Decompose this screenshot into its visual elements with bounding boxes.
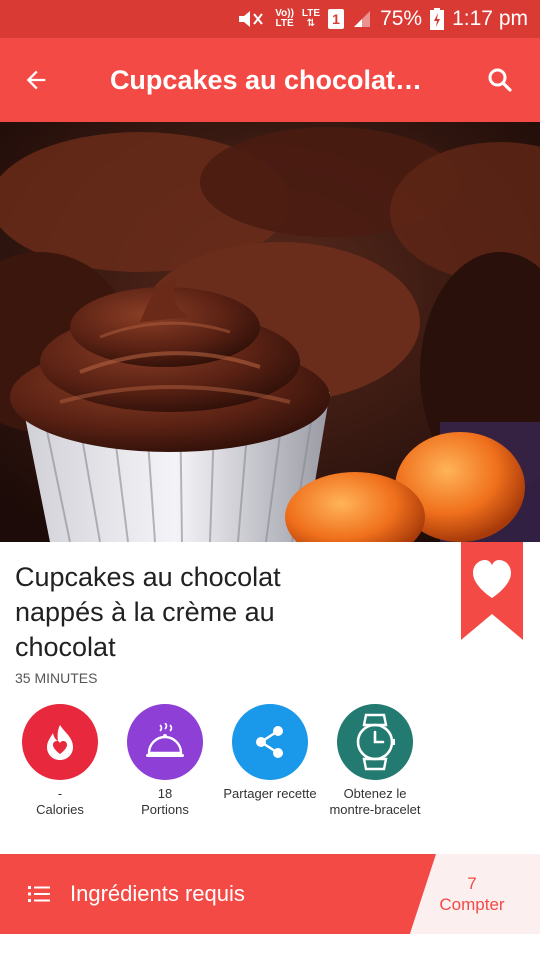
recipe-hero-image bbox=[0, 122, 540, 542]
portions-circle[interactable] bbox=[127, 704, 203, 780]
mute-icon bbox=[237, 9, 267, 29]
lte-indicator: LTE ⇅ bbox=[302, 9, 320, 29]
share-circle[interactable] bbox=[232, 704, 308, 780]
search-button[interactable] bbox=[460, 38, 540, 122]
recipe-title: Cupcakes au chocolat nappés à la crème a… bbox=[15, 562, 281, 662]
volte-indicator: Vo)) LTE bbox=[275, 9, 294, 29]
ingredients-bar[interactable]: Ingrédients requis 7 Compter bbox=[0, 854, 540, 934]
clock: 1:17 pm bbox=[452, 7, 528, 30]
flame-heart-icon bbox=[47, 725, 73, 760]
share-recipe-action[interactable]: Partager recette bbox=[215, 704, 325, 802]
sim-badge-text: 1 bbox=[328, 9, 345, 29]
favorite-bookmark-button[interactable] bbox=[461, 542, 523, 640]
ingredients-label: Ingrédients requis bbox=[70, 881, 245, 906]
recipe-time: 35 MINUTES bbox=[15, 670, 98, 686]
list-icon bbox=[28, 886, 50, 902]
app-bar: Cupcakes au chocolat… bbox=[0, 38, 540, 122]
watch-icon bbox=[356, 713, 395, 771]
get-watch-action[interactable]: Obtenez le montre-bracelet bbox=[320, 704, 430, 818]
calories-label: Calories bbox=[36, 802, 84, 817]
ingredients-count-label: Compter bbox=[439, 895, 505, 914]
portions-label: Portions bbox=[141, 802, 189, 817]
portions-action[interactable]: 18 Portions bbox=[110, 704, 220, 818]
sim-badge: 1 bbox=[328, 9, 345, 29]
watch-circle[interactable] bbox=[337, 704, 413, 780]
ingredients-count-value: 7 bbox=[467, 874, 477, 893]
recipe-detail-screen: Vo)) LTE LTE ⇅ 1 75% 1:17 pm Cupcakes au… bbox=[0, 0, 540, 960]
battery-percent: 75% bbox=[380, 7, 423, 30]
ingredients-count: 7 Compter bbox=[430, 854, 514, 934]
data-arrows-icon: ⇅ bbox=[306, 18, 316, 29]
recipe-actions: - Calories 18 Portions Partager recette … bbox=[0, 704, 540, 844]
volte-bottom-text: LTE bbox=[275, 18, 294, 29]
share-icon bbox=[256, 726, 283, 758]
watch-label: Obtenez le montre-bracelet bbox=[329, 786, 421, 817]
search-icon bbox=[488, 68, 512, 92]
calories-value: - bbox=[57, 786, 63, 801]
share-label: Partager recette bbox=[223, 786, 317, 801]
serving-dish-icon bbox=[146, 723, 184, 757]
calories-circle[interactable] bbox=[22, 704, 98, 780]
page-title: Cupcakes au chocolat… bbox=[109, 64, 423, 95]
status-bar: Vo)) LTE LTE ⇅ 1 75% 1:17 pm bbox=[0, 0, 540, 38]
calories-action[interactable]: - Calories bbox=[5, 704, 115, 818]
back-button[interactable] bbox=[0, 38, 72, 122]
signal-icon bbox=[352, 9, 372, 29]
portions-value: 18 bbox=[157, 786, 173, 801]
arrow-back-icon bbox=[26, 70, 46, 90]
ingredients-header[interactable]: Ingrédients requis bbox=[0, 854, 436, 934]
battery-charging-icon bbox=[430, 8, 445, 30]
